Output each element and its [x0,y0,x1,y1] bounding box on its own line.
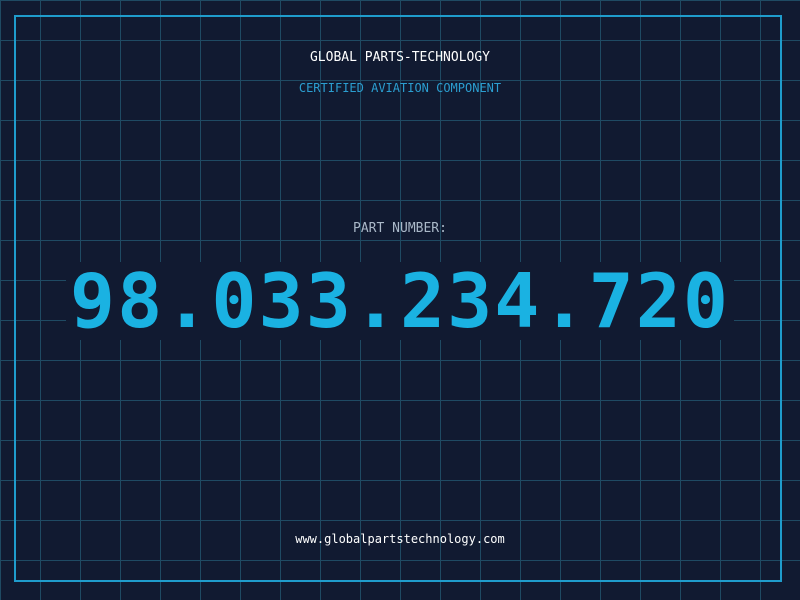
part-number-value: 98.033.234.720 [65,262,735,340]
company-name: GLOBAL PARTS-TECHNOLOGY [309,50,490,65]
website-url: www.globalpartstechnology.com [295,532,505,546]
part-number-label: PART NUMBER: [353,221,447,236]
certification-subtitle: CERTIFIED AVIATION COMPONENT [298,81,502,95]
part-number-container: 98.033.234.720 [0,262,800,340]
